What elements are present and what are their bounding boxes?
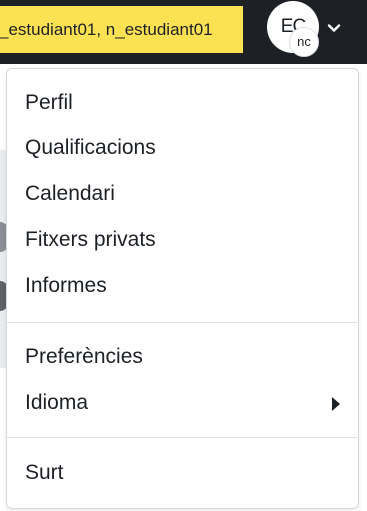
menu-item-language[interactable]: Idioma	[7, 383, 358, 423]
user-menu-dropdown: Perfil Qualificacions Calendari Fitxers …	[6, 68, 359, 509]
avatar-badge: nc	[289, 27, 319, 57]
caret-right-icon	[332, 397, 340, 411]
logged-in-as-badge: _estudiant01, n_estudiant01	[0, 6, 243, 53]
top-navbar: _estudiant01, n_estudiant01 EC nc	[0, 0, 367, 64]
menu-item-logout[interactable]: Surt	[7, 453, 358, 493]
menu-divider	[7, 322, 358, 323]
chevron-down-icon[interactable]	[326, 20, 342, 36]
logged-in-as-text: _estudiant01, n_estudiant01	[0, 20, 213, 39]
menu-item-private-files[interactable]: Fitxers privats	[7, 220, 358, 260]
menu-divider	[7, 437, 358, 438]
user-menu-toggle[interactable]: EC nc	[264, 0, 367, 60]
menu-item-language-label: Idioma	[25, 391, 89, 414]
menu-item-calendar[interactable]: Calendari	[7, 174, 358, 214]
menu-item-grades[interactable]: Qualificacions	[7, 128, 358, 168]
menu-item-preferences[interactable]: Preferències	[7, 337, 358, 377]
menu-item-reports[interactable]: Informes	[7, 266, 358, 306]
menu-item-profile[interactable]: Perfil	[7, 83, 358, 123]
